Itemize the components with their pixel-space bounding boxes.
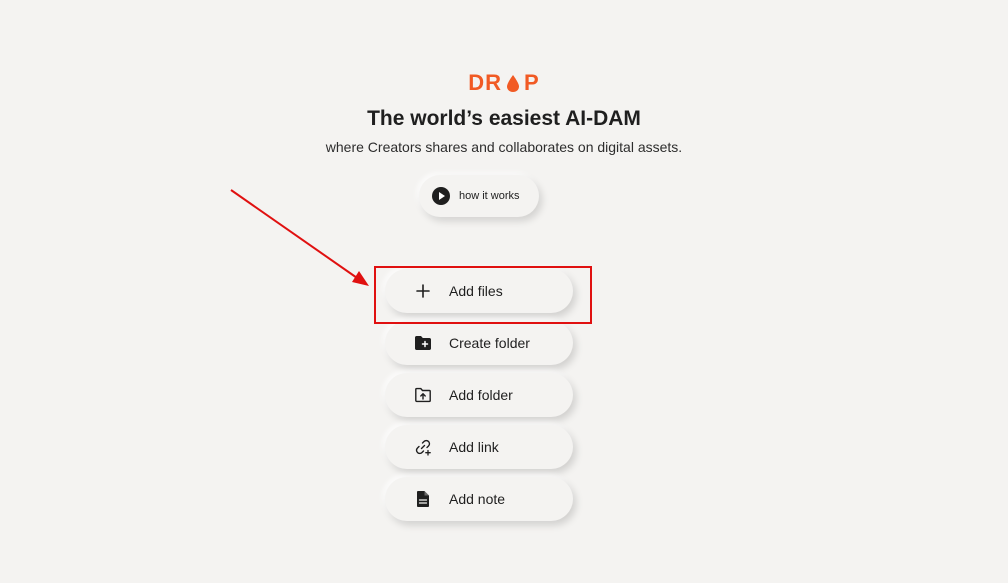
folder-upload-icon	[413, 385, 433, 405]
play-icon	[432, 187, 450, 205]
add-link-label: Add link	[449, 439, 499, 455]
page-title: The world’s easiest AI-DAM	[367, 107, 641, 130]
page-subtitle: where Creators shares and collaborates o…	[325, 139, 683, 155]
logo-text-right: P	[524, 70, 540, 95]
link-add-icon	[413, 437, 433, 457]
add-note-label: Add note	[449, 491, 506, 507]
page: DR P The world’s easiest AI-DAM where Cr…	[0, 0, 1008, 583]
add-note-button[interactable]: Add note	[385, 477, 573, 521]
create-folder-button[interactable]: Create folder	[385, 321, 573, 365]
how-it-works-button[interactable]: how it works	[419, 175, 539, 217]
create-folder-label: Create folder	[449, 335, 530, 351]
note-icon	[413, 489, 433, 509]
add-files-button[interactable]: Add files	[385, 269, 573, 313]
plus-icon	[413, 281, 433, 301]
how-it-works-label: how it works	[459, 190, 520, 202]
add-folder-label: Add folder	[449, 387, 513, 403]
add-files-label: Add files	[449, 283, 503, 299]
add-folder-button[interactable]: Add folder	[385, 373, 573, 417]
water-drop-icon	[507, 75, 520, 92]
folder-plus-icon	[413, 333, 433, 353]
logo-text-left: DR	[468, 70, 503, 95]
add-link-button[interactable]: Add link	[385, 425, 573, 469]
drop-logo[interactable]: DR P	[0, 70, 1008, 96]
